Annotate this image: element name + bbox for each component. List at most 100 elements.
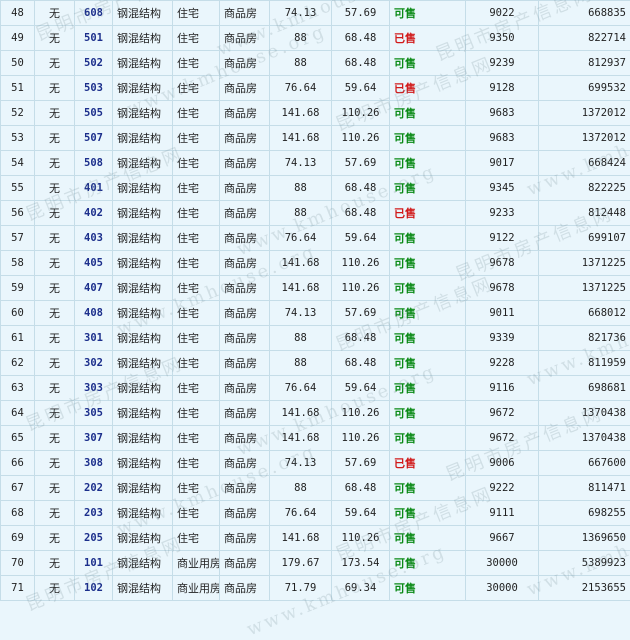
structure-cell: 钢混结构 xyxy=(113,126,173,151)
building-area-cell: 88 xyxy=(270,326,332,351)
structure-text: 钢混结构 xyxy=(117,207,161,220)
structure-text: 钢混结构 xyxy=(117,282,161,295)
row-number-text: 60 xyxy=(11,307,24,319)
room-number-text: 307 xyxy=(84,432,103,444)
property-type-cell: 商品房 xyxy=(220,401,270,426)
table-row: 59无407钢混结构住宅商品房141.68110.26可售96781371225 xyxy=(1,276,630,301)
usage-text: 住宅 xyxy=(177,407,199,420)
usage-cell: 住宅 xyxy=(173,51,220,76)
structure-cell: 钢混结构 xyxy=(113,301,173,326)
room-number-text: 303 xyxy=(84,382,103,394)
room-number-cell: 608 xyxy=(75,1,113,26)
status-text: 可售 xyxy=(394,107,416,120)
elevator-text: 无 xyxy=(49,432,60,445)
room-number-cell: 402 xyxy=(75,201,113,226)
row-number-cell: 57 xyxy=(1,226,35,251)
table-row: 55无401钢混结构住宅商品房8868.48可售9345822225 xyxy=(1,176,630,201)
inner-area-cell: 110.26 xyxy=(332,251,390,276)
room-number-cell: 302 xyxy=(75,351,113,376)
building-area-cell: 76.64 xyxy=(270,376,332,401)
row-number-text: 71 xyxy=(11,582,24,594)
property-type-cell: 商品房 xyxy=(220,426,270,451)
inner-area-cell: 59.64 xyxy=(332,376,390,401)
inner-area-text: 59.64 xyxy=(345,507,377,519)
elevator-text: 无 xyxy=(49,357,60,370)
room-number-cell: 501 xyxy=(75,26,113,51)
structure-cell: 钢混结构 xyxy=(113,201,173,226)
unit-price-text: 9116 xyxy=(489,382,514,394)
unit-price-text: 9233 xyxy=(489,207,514,219)
property-type-text: 商品房 xyxy=(224,182,257,195)
structure-text: 钢混结构 xyxy=(117,482,161,495)
property-type-text: 商品房 xyxy=(224,432,257,445)
row-number-cell: 70 xyxy=(1,551,35,576)
structure-cell: 钢混结构 xyxy=(113,376,173,401)
table-row: 67无202钢混结构住宅商品房8868.48可售9222811471 xyxy=(1,476,630,501)
usage-cell: 住宅 xyxy=(173,126,220,151)
building-area-cell: 76.64 xyxy=(270,501,332,526)
status-cell: 可售 xyxy=(390,551,466,576)
row-number-text: 69 xyxy=(11,532,24,544)
building-area-cell: 141.68 xyxy=(270,401,332,426)
elevator-cell: 无 xyxy=(35,551,75,576)
status-cell: 可售 xyxy=(390,476,466,501)
elevator-text: 无 xyxy=(49,157,60,170)
structure-text: 钢混结构 xyxy=(117,107,161,120)
total-price-text: 1371225 xyxy=(582,282,626,294)
unit-price-cell: 30000 xyxy=(466,576,539,601)
room-number-cell: 503 xyxy=(75,76,113,101)
property-type-cell: 商品房 xyxy=(220,576,270,601)
room-number-text: 508 xyxy=(84,157,103,169)
table-row: 51无503钢混结构住宅商品房76.6459.64已售9128699532 xyxy=(1,76,630,101)
property-type-cell: 商品房 xyxy=(220,1,270,26)
building-area-text: 76.64 xyxy=(285,507,317,519)
inner-area-cell: 68.48 xyxy=(332,26,390,51)
row-number-text: 64 xyxy=(11,407,24,419)
row-number-cell: 48 xyxy=(1,1,35,26)
elevator-cell: 无 xyxy=(35,401,75,426)
elevator-text: 无 xyxy=(49,557,60,570)
room-number-text: 402 xyxy=(84,207,103,219)
structure-text: 钢混结构 xyxy=(117,532,161,545)
unit-price-cell: 9233 xyxy=(466,201,539,226)
unit-price-cell: 30000 xyxy=(466,551,539,576)
usage-cell: 住宅 xyxy=(173,426,220,451)
total-price-text: 812937 xyxy=(588,57,626,69)
room-number-text: 503 xyxy=(84,82,103,94)
room-number-text: 502 xyxy=(84,57,103,69)
status-text: 可售 xyxy=(394,332,416,345)
property-type-text: 商品房 xyxy=(224,157,257,170)
elevator-text: 无 xyxy=(49,457,60,470)
property-type-text: 商品房 xyxy=(224,232,257,245)
room-number-text: 101 xyxy=(84,557,103,569)
property-type-text: 商品房 xyxy=(224,307,257,320)
structure-text: 钢混结构 xyxy=(117,232,161,245)
row-number-text: 57 xyxy=(11,232,24,244)
unit-price-cell: 9111 xyxy=(466,501,539,526)
unit-price-text: 9339 xyxy=(489,332,514,344)
usage-cell: 住宅 xyxy=(173,451,220,476)
table-row: 50无502钢混结构住宅商品房8868.48可售9239812937 xyxy=(1,51,630,76)
table-row: 65无307钢混结构住宅商品房141.68110.26可售96721370438 xyxy=(1,426,630,451)
status-text: 可售 xyxy=(394,7,416,20)
building-area-cell: 74.13 xyxy=(270,1,332,26)
usage-cell: 住宅 xyxy=(173,201,220,226)
status-cell: 可售 xyxy=(390,151,466,176)
unit-price-text: 9350 xyxy=(489,32,514,44)
total-price-text: 698255 xyxy=(588,507,626,519)
table-row: 52无505钢混结构住宅商品房141.68110.26可售96831372012 xyxy=(1,101,630,126)
status-cell: 可售 xyxy=(390,376,466,401)
row-number-cell: 63 xyxy=(1,376,35,401)
structure-cell: 钢混结构 xyxy=(113,276,173,301)
usage-text: 商业用房 xyxy=(177,582,220,595)
room-number-cell: 408 xyxy=(75,301,113,326)
row-number-cell: 68 xyxy=(1,501,35,526)
row-number-text: 50 xyxy=(11,57,24,69)
structure-text: 钢混结构 xyxy=(117,457,161,470)
inner-area-cell: 110.26 xyxy=(332,101,390,126)
room-number-text: 408 xyxy=(84,307,103,319)
room-number-cell: 202 xyxy=(75,476,113,501)
inner-area-cell: 110.26 xyxy=(332,401,390,426)
row-number-text: 55 xyxy=(11,182,24,194)
structure-cell: 钢混结构 xyxy=(113,26,173,51)
